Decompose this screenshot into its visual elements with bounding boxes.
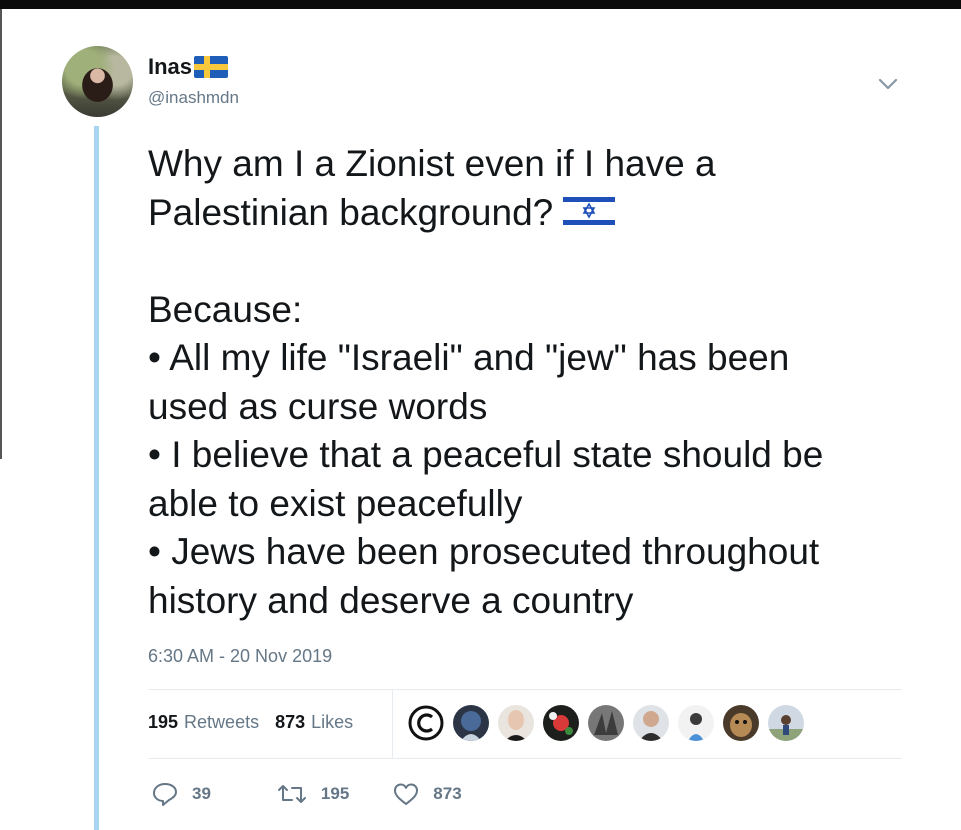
- avatar[interactable]: [62, 46, 133, 117]
- engagement-stats: 195 Retweets 873 Likes: [148, 712, 353, 733]
- likes-stat[interactable]: 873 Likes: [275, 712, 353, 733]
- heart-icon: [394, 783, 419, 805]
- retweet-icon: [277, 785, 306, 803]
- tweet-actions: 39 195 873: [152, 782, 462, 806]
- stats-separator: [392, 690, 393, 758]
- thread-line: [94, 126, 99, 830]
- like-button[interactable]: 873: [393, 782, 462, 806]
- tweet-line: able to exist peacefully: [148, 482, 523, 524]
- reply-button[interactable]: 39: [152, 782, 211, 806]
- person-avatar[interactable]: [678, 705, 714, 741]
- user-name[interactable]: Inas: [148, 54, 192, 80]
- liker-avatars: [408, 705, 813, 741]
- retweet-count: 195: [320, 784, 350, 803]
- tweet-line: Why am I a Zionist even if I have a: [148, 143, 716, 184]
- chevron-down-icon[interactable]: [876, 74, 900, 94]
- sweden-flag-icon: [194, 56, 229, 78]
- copyright-avatar[interactable]: [408, 705, 444, 741]
- hands-avatar[interactable]: [588, 705, 624, 741]
- man-avatar[interactable]: [633, 705, 669, 741]
- woman-avatar[interactable]: [498, 705, 534, 741]
- astronaut-avatar[interactable]: [453, 705, 489, 741]
- tweet-line: • I believe that a peaceful state should…: [148, 434, 824, 475]
- stats-top-divider: [148, 689, 902, 690]
- retweets-stat[interactable]: 195 Retweets: [148, 712, 259, 733]
- tweet-line: used as curse words: [148, 385, 488, 427]
- window-left-border: [0, 9, 2, 459]
- reply-icon: [153, 783, 177, 806]
- tweet-line: Because:: [148, 288, 303, 330]
- outdoor-avatar[interactable]: [768, 705, 804, 741]
- user-handle[interactable]: @inashmdn: [148, 88, 239, 108]
- tweet-line: • All my life "Israeli" and "jew" has be…: [148, 337, 790, 378]
- tweet-text: Why am I a Zionist even if I have a Pale…: [148, 140, 928, 625]
- tweet-line: • Jews have been prosecuted throughout: [148, 531, 820, 572]
- tweet-line: history and deserve a country: [148, 579, 634, 621]
- tweet-timestamp[interactable]: 6:30 AM - 20 Nov 2019: [148, 646, 332, 667]
- dog-avatar[interactable]: [723, 705, 759, 741]
- stats-bottom-divider: [148, 758, 902, 759]
- israel-flag-icon: [563, 192, 616, 229]
- retweet-button[interactable]: 195: [277, 783, 349, 805]
- like-count: 873: [433, 784, 462, 803]
- reply-count: 39: [192, 784, 211, 803]
- window-top-border: [0, 0, 961, 9]
- flower-avatar[interactable]: [543, 705, 579, 741]
- tweet-line: Palestinian background?: [148, 189, 928, 238]
- user-name-row[interactable]: Inas: [148, 52, 229, 82]
